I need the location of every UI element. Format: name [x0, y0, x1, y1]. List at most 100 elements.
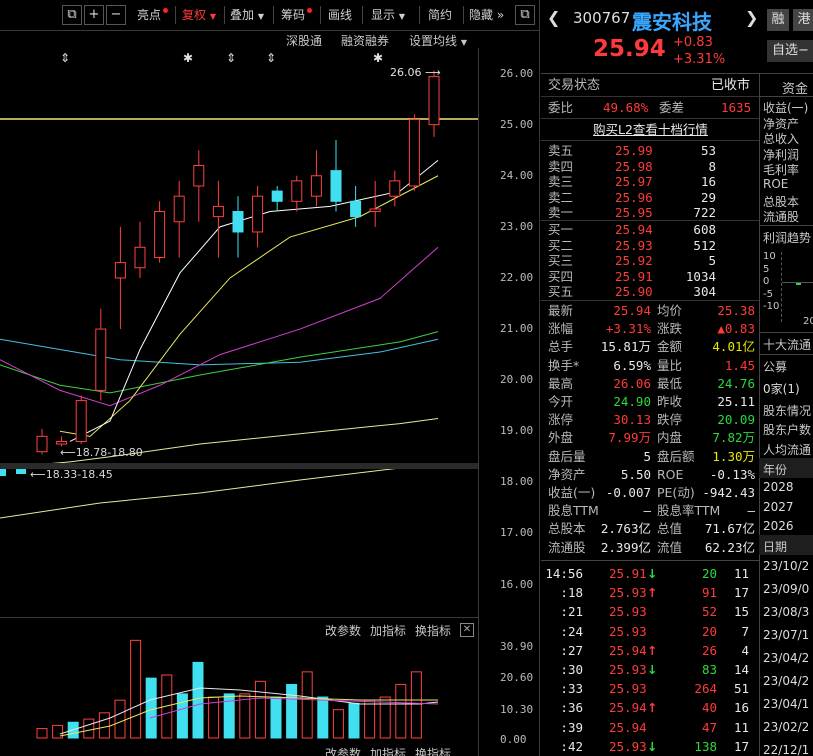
- volume-chart[interactable]: [0, 638, 478, 748]
- bids-price[interactable]: 25.93: [615, 238, 653, 253]
- event-marker[interactable]: ✱: [183, 51, 193, 65]
- asks-price[interactable]: 25.95: [615, 205, 653, 220]
- display-dropdown[interactable]: 显示 ▼: [371, 6, 405, 24]
- stat-value: 24.90: [613, 394, 651, 409]
- volume-bar: [379, 696, 391, 739]
- date-label: 日期: [763, 540, 788, 554]
- bids-price[interactable]: 25.91: [615, 269, 653, 284]
- simple-mode-button[interactable]: 简约: [428, 6, 452, 24]
- kline-chart-pane[interactable]: ⧉ + − 亮点 复权 ▼ 叠加 ▼ 筹码 画线 显示 ▼ 简约 隐藏 » ⧉ …: [0, 0, 540, 756]
- candle-body: [0, 468, 6, 476]
- range-label: ⟵18.78-18.80: [60, 446, 143, 459]
- asks-price[interactable]: 25.99: [615, 143, 653, 158]
- financial-item: 净资产: [763, 116, 800, 131]
- bids-price[interactable]: 25.90: [615, 284, 653, 299]
- switch-indicator-link[interactable]: 换指标: [415, 622, 451, 639]
- margin-button[interactable]: 融: [767, 9, 789, 31]
- restore-rights-dropdown[interactable]: 复权 ▼: [182, 6, 216, 24]
- set-ma-dropdown[interactable]: 设置均线 ▼: [409, 32, 467, 49]
- funds-tab[interactable]: 资金: [782, 78, 808, 97]
- trend-year-tail: 20: [803, 316, 813, 327]
- asks-price[interactable]: 25.96: [615, 190, 653, 205]
- overlay-label: 叠加: [230, 8, 255, 22]
- watchlist-label: 自选: [772, 43, 799, 58]
- financial-item: ROE: [763, 177, 789, 191]
- volume-bar: [83, 718, 95, 739]
- event-marker[interactable]: ✱: [373, 51, 383, 65]
- divider: [759, 332, 813, 333]
- stat-label: 最高: [548, 375, 574, 391]
- date-item: 23/02/2: [763, 720, 810, 734]
- switch-indicator-link-2[interactable]: 换指标: [415, 745, 451, 756]
- stat-label: 内盘: [657, 430, 683, 446]
- next-stock-icon[interactable]: ❯: [745, 8, 758, 27]
- tick-price: 25.93: [609, 738, 647, 754]
- highlight-button[interactable]: 亮点: [137, 6, 169, 24]
- stat-value: 7.99万: [608, 430, 651, 446]
- stat-label: 今开: [548, 394, 574, 409]
- asks-price[interactable]: 25.97: [615, 174, 653, 189]
- price-axis-tick: 22.00: [500, 270, 534, 284]
- range-label-a: 18.78-18.80: [75, 446, 143, 459]
- trend-axis-tick: 0: [763, 276, 770, 287]
- hk-button[interactable]: 港: [793, 9, 813, 31]
- close-icon[interactable]: ✕: [460, 623, 474, 637]
- stat-value: 1.45: [724, 357, 755, 373]
- candle-body: [389, 180, 401, 197]
- top-holders-title[interactable]: 十大流通: [763, 336, 811, 353]
- tick-time: :33: [560, 681, 583, 697]
- tick-price: 25.94: [609, 642, 647, 658]
- hide-button[interactable]: 隐藏 »: [469, 6, 504, 24]
- trend-axis-tick: -5: [763, 288, 773, 300]
- asks-label: 卖二: [548, 189, 574, 205]
- candle-body: [154, 211, 166, 259]
- l2-purchase-link[interactable]: 购买L2查看十档行情: [593, 122, 708, 137]
- public-fund-label: 公募: [763, 360, 788, 374]
- change-params-link-2[interactable]: 改参数: [325, 745, 361, 756]
- trend-axis-tick: 10: [763, 251, 776, 262]
- prev-stock-icon[interactable]: ❮: [547, 8, 560, 27]
- margin-trading-link[interactable]: 融资融券: [341, 32, 389, 49]
- tick-time: :27: [560, 642, 583, 658]
- zoom-out-button[interactable]: −: [106, 5, 126, 25]
- candle-body: [330, 170, 342, 202]
- volume-bar: [410, 671, 422, 739]
- volume-divider: [0, 617, 478, 618]
- event-marker[interactable]: ⇕: [60, 51, 70, 65]
- volume-bar: [348, 702, 360, 739]
- candle-body: [95, 328, 107, 391]
- arrow-up-icon: ↑: [647, 642, 658, 658]
- chips-button[interactable]: 筹码: [281, 6, 313, 24]
- tick-time: :18: [560, 585, 583, 601]
- stat-value: —: [643, 503, 651, 519]
- stat-value: -0.007: [605, 485, 651, 500]
- candle-body: [75, 400, 87, 442]
- expand-icon[interactable]: ⧉: [515, 5, 535, 25]
- draw-line-button[interactable]: 画线: [328, 6, 352, 24]
- overlay-dropdown[interactable]: 叠加 ▼: [230, 6, 264, 24]
- stat-value: 2.399亿: [600, 539, 651, 555]
- stat-label: 量比: [657, 357, 683, 373]
- deep-connect-link[interactable]: 深股通: [286, 32, 322, 49]
- add-watchlist-button[interactable]: 自选−: [767, 40, 813, 62]
- stat-value: 15.81万: [600, 339, 651, 355]
- year-item: 2028: [763, 480, 794, 494]
- change-params-link[interactable]: 改参数: [325, 622, 361, 639]
- event-marker[interactable]: ⇕: [226, 51, 236, 65]
- bids-price[interactable]: 25.94: [615, 222, 653, 237]
- asks-price[interactable]: 25.98: [615, 159, 653, 174]
- toolbar-divider: [224, 6, 225, 24]
- bids-price[interactable]: 25.92: [615, 253, 653, 268]
- divider: [759, 73, 813, 74]
- high-price-value: 26.06: [390, 66, 422, 79]
- add-indicator-link[interactable]: 加指标: [370, 622, 406, 639]
- price-axis-tick: 20.00: [500, 373, 534, 387]
- add-indicator-link-2[interactable]: 加指标: [370, 745, 406, 756]
- tick-volume: 52: [701, 604, 717, 620]
- event-marker[interactable]: ⇕: [266, 51, 276, 65]
- stock-name[interactable]: 震安科技: [632, 6, 712, 35]
- copy-icon[interactable]: ⧉: [62, 5, 82, 25]
- zoom-in-button[interactable]: +: [84, 5, 104, 25]
- candlestick-chart[interactable]: [0, 48, 478, 618]
- weibi-label: 委比: [548, 100, 574, 115]
